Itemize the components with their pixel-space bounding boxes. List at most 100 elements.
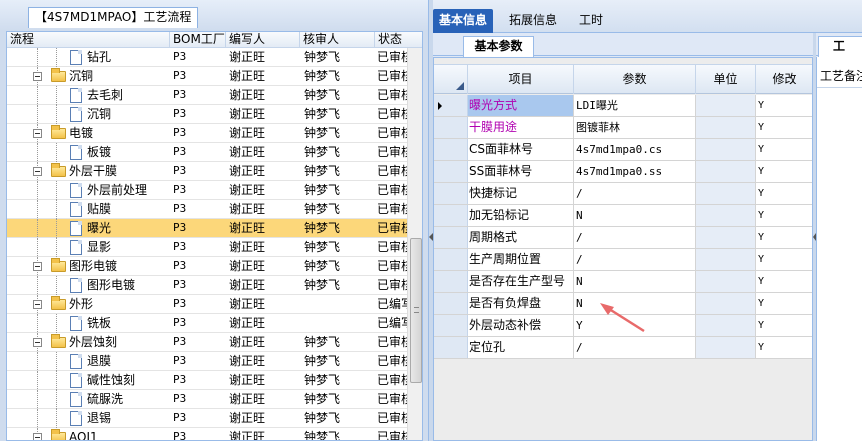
param-row[interactable]: 周期格式 / Y [434, 227, 812, 249]
tree-node-label[interactable]: 贴膜 [87, 200, 111, 218]
collapse-toggle-icon[interactable] [33, 433, 42, 440]
tree-row[interactable]: 外形 P3 谢正旺 已编写 [7, 295, 407, 314]
param-value-cell[interactable]: 4s7md1mpa0.ss [574, 161, 696, 182]
row-indicator[interactable] [434, 95, 468, 116]
collapse-toggle-icon[interactable] [33, 129, 42, 138]
param-modify-cell[interactable]: Y [756, 271, 812, 292]
tree-row[interactable]: 图形电镀 P3 谢正旺 钟梦飞 已审核 [7, 257, 407, 276]
tree-row[interactable]: 沉铜 P3 谢正旺 钟梦飞 已审核 [7, 105, 407, 124]
row-indicator[interactable] [434, 293, 468, 314]
tree-row[interactable]: 硫脲洗 P3 谢正旺 钟梦飞 已审核 [7, 390, 407, 409]
tree-row[interactable]: 板镀 P3 谢正旺 钟梦飞 已审核 [7, 143, 407, 162]
process-panel-title[interactable]: 【4S7MD1MPAO】工艺流程 [28, 7, 199, 28]
row-indicator[interactable] [434, 249, 468, 270]
param-modify-cell[interactable]: Y [756, 205, 812, 226]
param-modify-cell[interactable]: Y [756, 315, 812, 336]
column-header-status[interactable]: 状态 [375, 32, 422, 48]
column-header-unit[interactable]: 单位 [696, 65, 756, 94]
param-unit-cell[interactable] [696, 227, 756, 248]
param-value-cell[interactable]: 图镀菲林 [574, 117, 696, 138]
tree-row[interactable]: 铣板 P3 谢正旺 已编写 [7, 314, 407, 333]
column-header-writer[interactable]: 编写人 [226, 32, 300, 48]
param-modify-cell[interactable]: Y [756, 249, 812, 270]
tree-node-label[interactable]: 图形电镀 [87, 276, 135, 294]
param-item-cell[interactable]: 生产周期位置 [468, 249, 574, 270]
tree-node-label[interactable]: 沉铜 [69, 67, 93, 85]
param-row[interactable]: 快捷标记 / Y [434, 183, 812, 205]
param-value-cell[interactable]: / [574, 337, 696, 358]
tree-node-label[interactable]: 钻孔 [87, 48, 111, 66]
tree-node-label[interactable]: 退锡 [87, 409, 111, 427]
column-header-modify[interactable]: 修改 [756, 65, 812, 94]
param-item-cell[interactable]: CS面菲林号 [468, 139, 574, 160]
tree-row[interactable]: 钻孔 P3 谢正旺 钟梦飞 已审核 [7, 48, 407, 67]
row-indicator[interactable] [434, 227, 468, 248]
param-unit-cell[interactable] [696, 95, 756, 116]
tree-row[interactable]: 显影 P3 谢正旺 钟梦飞 已审核 [7, 238, 407, 257]
param-item-cell[interactable]: 曝光方式 [468, 95, 574, 116]
tree-node-label[interactable]: 外层前处理 [87, 181, 147, 199]
collapse-toggle-icon[interactable] [33, 167, 42, 176]
param-value-cell[interactable]: N [574, 271, 696, 292]
tree-row[interactable]: 去毛刺 P3 谢正旺 钟梦飞 已审核 [7, 86, 407, 105]
param-row[interactable]: SS面菲林号 4s7md1mpa0.ss Y [434, 161, 812, 183]
tree-node-label[interactable]: 外形 [69, 295, 93, 313]
column-header-process[interactable]: 流程 [7, 32, 170, 48]
param-modify-cell[interactable]: Y [756, 117, 812, 138]
param-row[interactable]: 干膜用途 图镀菲林 Y [434, 117, 812, 139]
param-item-cell[interactable]: 周期格式 [468, 227, 574, 248]
collapse-toggle-icon[interactable] [33, 72, 42, 81]
tree-node-label[interactable]: 硫脲洗 [87, 390, 123, 408]
row-indicator[interactable] [434, 183, 468, 204]
param-value-cell[interactable]: Y [574, 315, 696, 336]
tab-extended-info[interactable]: 拓展信息 [503, 9, 563, 33]
tree-node-label[interactable]: 板镀 [87, 143, 111, 161]
param-item-cell[interactable]: 外层动态补偿 [468, 315, 574, 336]
row-indicator[interactable] [434, 315, 468, 336]
tree-row[interactable]: 退锡 P3 谢正旺 钟梦飞 已审核 [7, 409, 407, 428]
param-item-cell[interactable]: 快捷标记 [468, 183, 574, 204]
column-header-reviewer[interactable]: 核审人 [300, 32, 375, 48]
row-indicator[interactable] [434, 337, 468, 358]
collapse-toggle-icon[interactable] [33, 338, 42, 347]
tree-node-label[interactable]: 沉铜 [87, 105, 111, 123]
param-row[interactable]: 外层动态补偿 Y Y [434, 315, 812, 337]
param-modify-cell[interactable]: Y [756, 183, 812, 204]
param-modify-cell[interactable]: Y [756, 161, 812, 182]
param-item-cell[interactable]: SS面菲林号 [468, 161, 574, 182]
param-item-cell[interactable]: 定位孔 [468, 337, 574, 358]
tab-side[interactable]: 工 [818, 36, 862, 57]
tree-row[interactable]: 外层蚀刻 P3 谢正旺 钟梦飞 已审核 [7, 333, 407, 352]
tree-row[interactable]: 贴膜 P3 谢正旺 钟梦飞 已审核 [7, 200, 407, 219]
param-value-cell[interactable]: / [574, 227, 696, 248]
param-unit-cell[interactable] [696, 271, 756, 292]
tree-node-label[interactable]: 曝光 [87, 219, 111, 237]
param-unit-cell[interactable] [696, 139, 756, 160]
param-modify-cell[interactable]: Y [756, 139, 812, 160]
param-value-cell[interactable]: N [574, 205, 696, 226]
tab-basic-info[interactable]: 基本信息 [433, 9, 494, 33]
param-value-cell[interactable]: / [574, 183, 696, 204]
tree-row[interactable]: 外层干膜 P3 谢正旺 钟梦飞 已审核 [7, 162, 407, 181]
tree-node-label[interactable]: 外层蚀刻 [69, 333, 117, 351]
tree-row[interactable]: 电镀 P3 谢正旺 钟梦飞 已审核 [7, 124, 407, 143]
param-item-cell[interactable]: 加无铅标记 [468, 205, 574, 226]
param-row[interactable]: 是否存在生产型号 N Y [434, 271, 812, 293]
param-item-cell[interactable]: 干膜用途 [468, 117, 574, 138]
param-value-cell[interactable]: 4s7md1mpa0.cs [574, 139, 696, 160]
tree-node-label[interactable]: 退膜 [87, 352, 111, 370]
column-header-param[interactable]: 参数 [574, 65, 696, 94]
tree-row[interactable]: 外层前处理 P3 谢正旺 钟梦飞 已审核 [7, 181, 407, 200]
param-row[interactable]: 是否有负焊盘 N Y [434, 293, 812, 315]
param-modify-cell[interactable]: Y [756, 95, 812, 116]
param-item-cell[interactable]: 是否有负焊盘 [468, 293, 574, 314]
param-unit-cell[interactable] [696, 161, 756, 182]
param-row[interactable]: 定位孔 / Y [434, 337, 812, 359]
param-modify-cell[interactable]: Y [756, 337, 812, 358]
row-indicator[interactable] [434, 117, 468, 138]
tree-node-label[interactable]: 显影 [87, 238, 111, 256]
tree-node-label[interactable]: 图形电镀 [69, 257, 117, 275]
column-header-bom[interactable]: BOM工厂 [170, 32, 226, 48]
tree-node-label[interactable]: 外层干膜 [69, 162, 117, 180]
tab-basic-params[interactable]: 基本参数 [463, 36, 534, 57]
